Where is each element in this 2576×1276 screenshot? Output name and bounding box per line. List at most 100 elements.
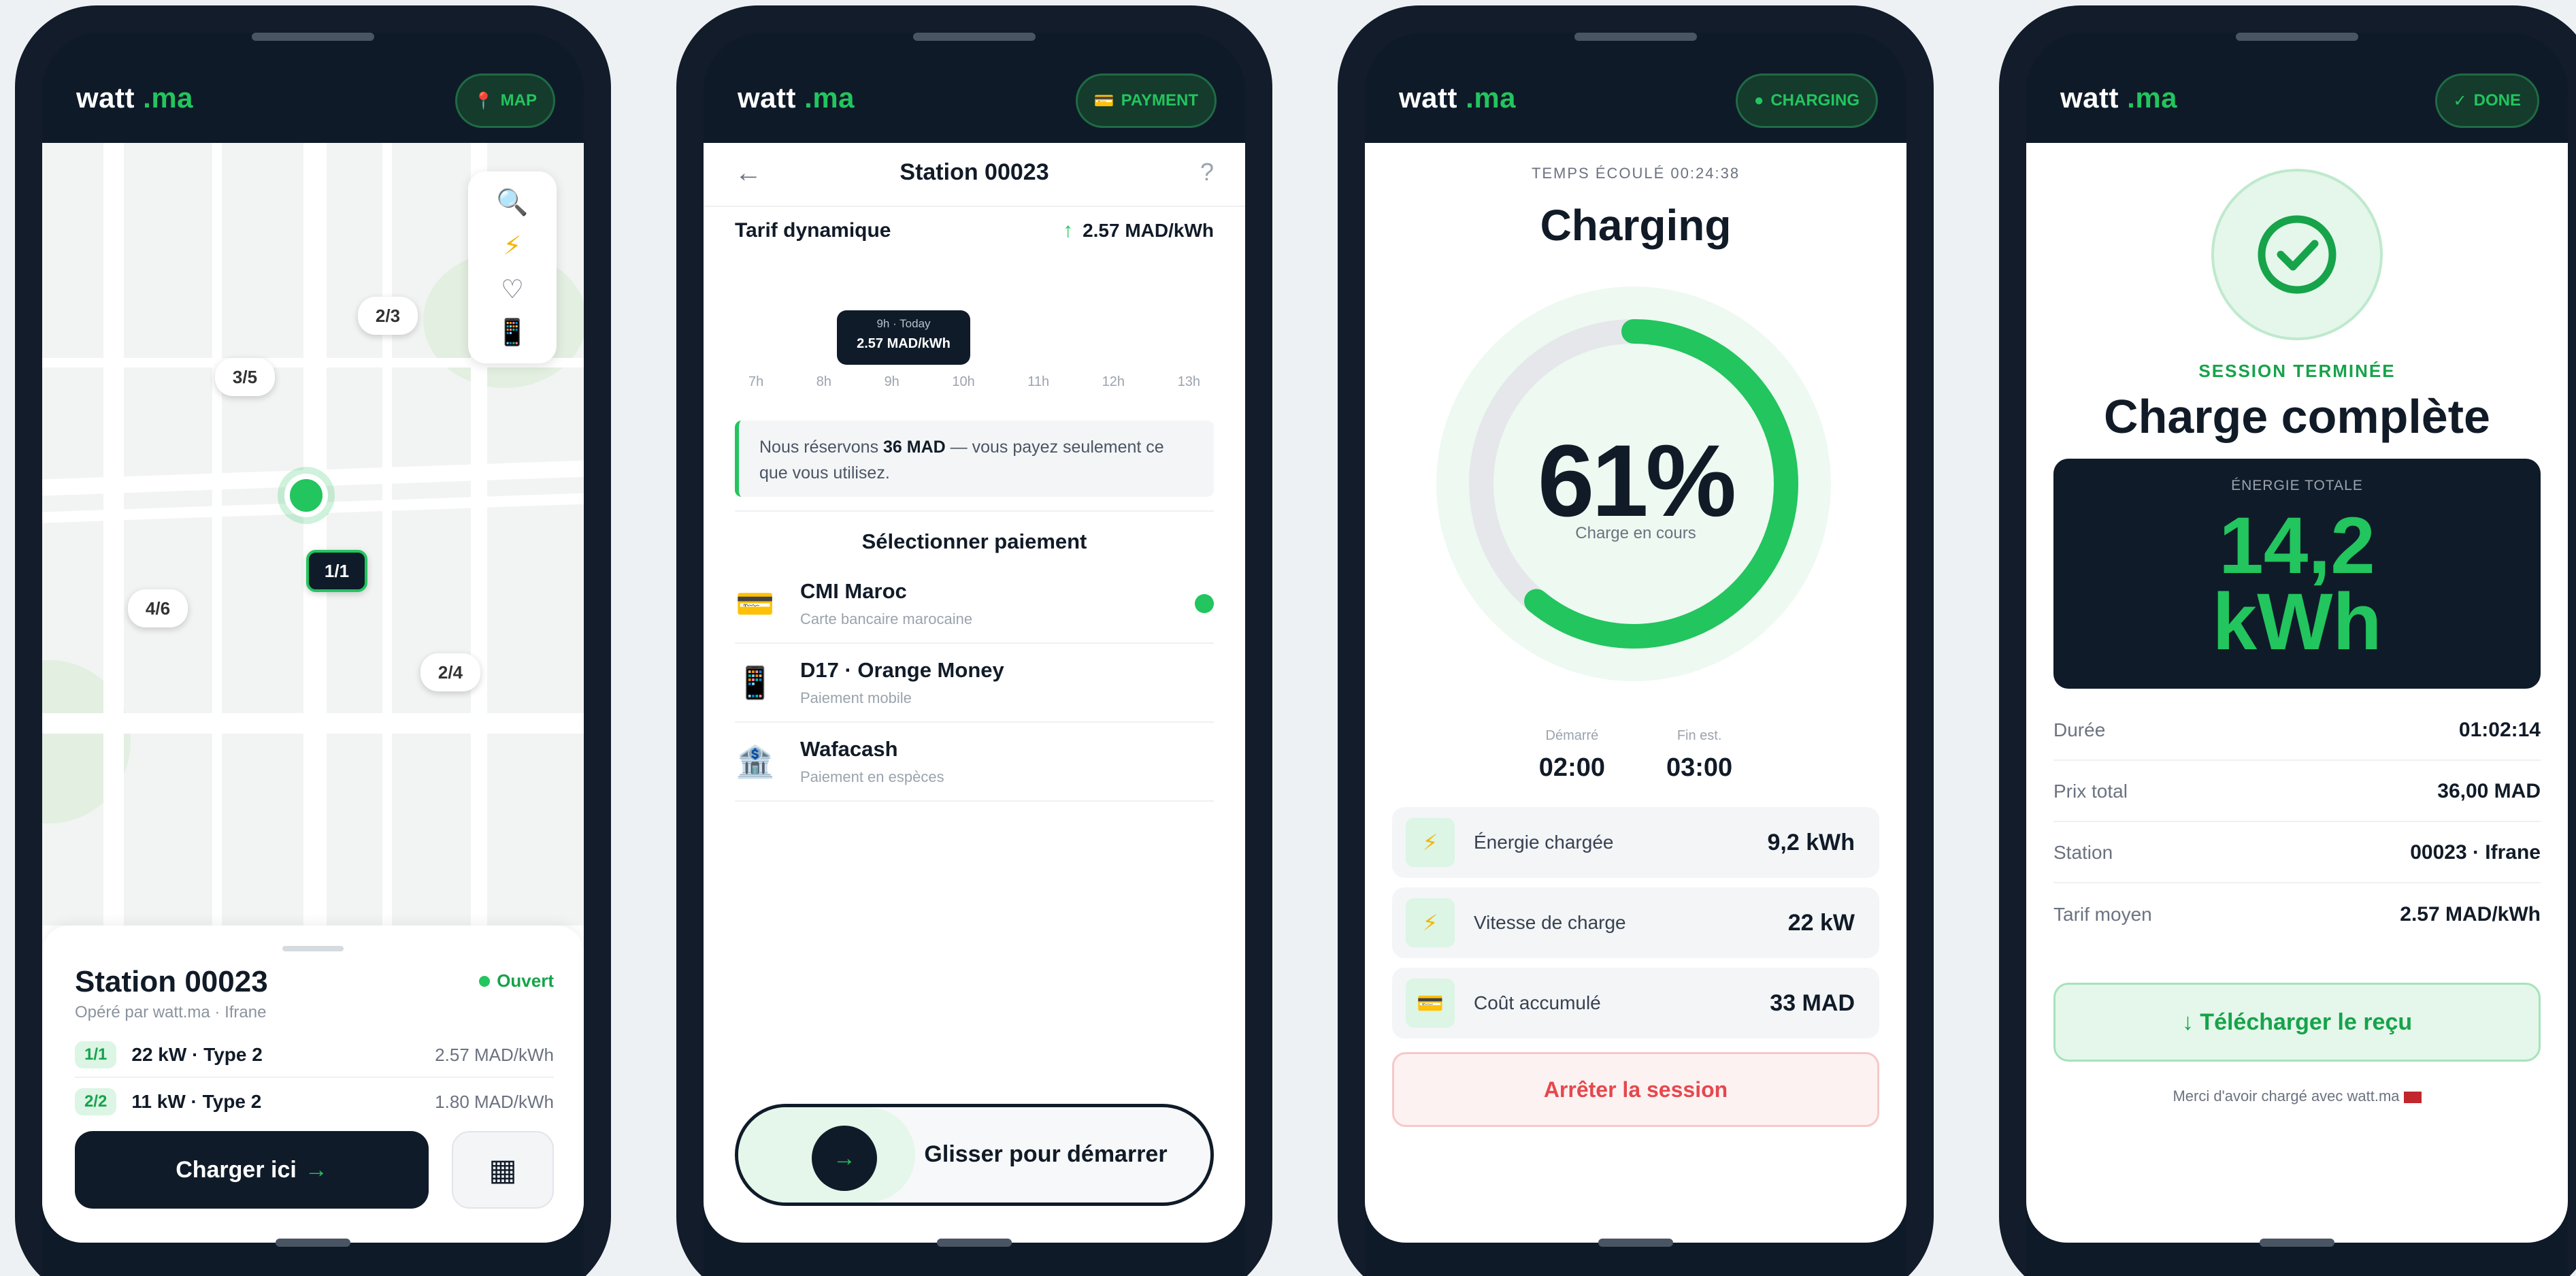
payment-mode-pill[interactable]: 💳 PAYMENT bbox=[1075, 73, 1217, 128]
phone-icon[interactable]: 📱 bbox=[496, 318, 528, 348]
hour-axis: 7h 8h 9h 10h 11h 12h 13h bbox=[735, 374, 1214, 390]
total-energy-card: ÉNERGIE TOTALE 14,2 kWh bbox=[2053, 459, 2541, 689]
search-icon[interactable]: 🔍 bbox=[496, 188, 528, 218]
bank-icon: 🏦 bbox=[736, 743, 775, 779]
credit-card-icon: 💳 bbox=[736, 585, 775, 621]
session-times: Démarré 02:00 Fin est. 03:00 bbox=[1365, 728, 1906, 783]
status-badge: Ouvert bbox=[479, 970, 554, 992]
phone-notch bbox=[2236, 33, 2358, 41]
sheet-handle[interactable] bbox=[282, 946, 344, 951]
pin-icon: 📍 bbox=[473, 91, 494, 110]
total-energy-label: ÉNERGIE TOTALE bbox=[2231, 478, 2363, 493]
check-icon: ✓ bbox=[2453, 91, 2467, 110]
bolt-filter-icon[interactable]: ⚡ bbox=[503, 231, 522, 261]
hour-tick[interactable]: 8h bbox=[816, 374, 831, 390]
hour-tick[interactable]: 13h bbox=[1178, 374, 1200, 390]
end-time: Fin est. 03:00 bbox=[1666, 728, 1733, 782]
plug-price: 1.80 MAD/kWh bbox=[435, 1091, 554, 1112]
qr-scan-button[interactable]: ▦ bbox=[452, 1131, 554, 1209]
plug-row[interactable]: 2/2 11 kW · Type 2 1.80 MAD/kWh bbox=[75, 1079, 554, 1124]
hour-tick[interactable]: 9h bbox=[885, 374, 899, 390]
summary-row: Durée 01:02:14 bbox=[2053, 701, 2541, 761]
phone-done: watt .ma ✓ DONE SESSION TERMINÉE Charge c… bbox=[1999, 5, 2576, 1276]
phone-screen: watt .ma ● CHARGING TEMPS ÉCOULÉ 00:24:38… bbox=[1365, 33, 1906, 1276]
done-mode-pill[interactable]: ✓ DONE bbox=[2434, 73, 2539, 128]
tariff-label: Tarif dynamique bbox=[735, 219, 891, 242]
map-marker[interactable]: 4/6 bbox=[128, 589, 188, 627]
heart-icon[interactable]: ♡ bbox=[501, 274, 524, 305]
morocco-flag-icon bbox=[2403, 1091, 2422, 1103]
card-icon: 💳 bbox=[1093, 91, 1114, 110]
station-map[interactable]: 🔍 ⚡ ♡ 📱 2/3 3/5 1/1 4/6 2/4 bbox=[42, 143, 584, 926]
map-screen: 🔍 ⚡ ♡ 📱 2/3 3/5 1/1 4/6 2/4 Station 0002… bbox=[42, 143, 584, 1243]
charging-screen: TEMPS ÉCOULÉ 00:24:38 Charging 61% Charg… bbox=[1365, 143, 1906, 1243]
app-header: watt .ma 💳 PAYMENT bbox=[704, 33, 1245, 143]
app-logo: watt .ma bbox=[76, 82, 194, 114]
station-sheet: Station 00023 Opéré par watt.ma · Ifrane… bbox=[42, 926, 584, 1243]
page-title: Charging bbox=[1540, 201, 1732, 250]
map-marker[interactable]: 3/5 bbox=[215, 358, 275, 396]
arrow-right-icon: → bbox=[833, 1145, 856, 1171]
hour-tick[interactable]: 7h bbox=[748, 374, 763, 390]
phone-screen: watt .ma 💳 PAYMENT ← Station 00023 ? Tari… bbox=[704, 33, 1245, 1276]
current-location-dot bbox=[284, 474, 328, 517]
payment-method-orange-money[interactable]: 📱 D17 · Orange Money Paiement mobile bbox=[735, 644, 1214, 723]
done-screen: SESSION TERMINÉE Charge complète ÉNERGIE… bbox=[2026, 143, 2568, 1243]
payment-method-wafacash[interactable]: 🏦 Wafacash Paiement en espèces bbox=[735, 723, 1214, 802]
price-tooltip: 9h · Today 2.57 MAD/kWh bbox=[837, 310, 970, 365]
app-header: watt .ma ✓ DONE bbox=[2026, 33, 2568, 143]
map-toolbar: 🔍 ⚡ ♡ 📱 bbox=[468, 171, 557, 363]
hour-tick[interactable]: 11h bbox=[1027, 374, 1049, 390]
station-operator: Opéré par watt.ma · Ifrane bbox=[75, 1003, 267, 1021]
home-indicator bbox=[2260, 1239, 2334, 1247]
payment-method-cmi[interactable]: 💳 CMI Maroc Carte bancaire marocaine bbox=[735, 565, 1214, 644]
thanks-message: Merci d'avoir chargé avec watt.ma bbox=[2026, 1087, 2568, 1105]
payment-screen: ← Station 00023 ? Tarif dynamique ↑ 2.57 … bbox=[704, 143, 1245, 1243]
app-logo: watt .ma bbox=[1399, 82, 1517, 114]
station-name: Station 00023 bbox=[75, 965, 268, 998]
slide-knob[interactable]: → bbox=[812, 1126, 877, 1191]
stop-session-button[interactable]: Arrêter la session bbox=[1392, 1052, 1879, 1127]
home-indicator bbox=[276, 1239, 350, 1247]
map-marker[interactable]: 2/4 bbox=[420, 653, 480, 691]
session-status: SESSION TERMINÉE bbox=[2198, 361, 2396, 381]
page-title: Charge complète bbox=[2104, 390, 2490, 443]
arrow-right-icon: → bbox=[304, 1156, 328, 1183]
home-indicator bbox=[1598, 1239, 1673, 1247]
plug-row[interactable]: 1/1 22 kW · Type 2 2.57 MAD/kWh bbox=[75, 1033, 554, 1078]
app-header: watt .ma 📍 MAP bbox=[42, 33, 584, 143]
map-mode-pill[interactable]: 📍 MAP bbox=[455, 73, 555, 128]
tariff-row: Tarif dynamique ↑ 2.57 MAD/kWh bbox=[735, 219, 1214, 242]
charge-status-label: Charge en cours bbox=[1575, 524, 1696, 542]
mobile-phone-icon: 📱 bbox=[736, 664, 775, 700]
status-dot-icon bbox=[479, 975, 491, 987]
map-marker-selected[interactable]: 1/1 bbox=[306, 550, 367, 592]
elapsed-time: TEMPS ÉCOULÉ 00:24:38 bbox=[1531, 165, 1740, 182]
charge-here-button[interactable]: Charger ici → bbox=[75, 1131, 429, 1209]
hour-tick[interactable]: 10h bbox=[952, 374, 974, 390]
help-icon[interactable]: ? bbox=[1200, 158, 1214, 186]
map-marker[interactable]: 2/3 bbox=[358, 297, 418, 335]
summary-row: Tarif moyen 2.57 MAD/kWh bbox=[2053, 903, 2541, 926]
app-logo: watt .ma bbox=[2060, 82, 2178, 114]
download-receipt-button[interactable]: ↓ Télécharger le reçu bbox=[2053, 983, 2541, 1062]
charging-mode-pill[interactable]: ● CHARGING bbox=[1735, 73, 1878, 128]
plug-spec: 22 kW · Type 2 bbox=[131, 1044, 263, 1065]
selected-radio[interactable] bbox=[1195, 594, 1214, 613]
reservation-note: Nous réservons 36 MAD — vous payez seule… bbox=[735, 421, 1214, 497]
phone-notch bbox=[913, 33, 1036, 41]
phone-payment: watt .ma 💳 PAYMENT ← Station 00023 ? Tari… bbox=[676, 5, 1272, 1276]
home-indicator bbox=[937, 1239, 1012, 1247]
summary-row: Prix total 36,00 MAD bbox=[2053, 762, 2541, 822]
hour-tick[interactable]: 12h bbox=[1102, 374, 1125, 390]
phone-notch bbox=[1574, 33, 1697, 41]
stat-speed: ⚡ Vitesse de charge 22 kW bbox=[1392, 887, 1879, 958]
summary-row: Station 00023 · Ifrane bbox=[2053, 823, 2541, 883]
tariff-value: 2.57 MAD/kWh bbox=[1083, 220, 1214, 241]
bolt-icon: ⚡ bbox=[1406, 818, 1455, 867]
app-header: watt .ma ● CHARGING bbox=[1365, 33, 1906, 143]
page-title: Station 00023 bbox=[899, 159, 1049, 185]
success-check-icon bbox=[2211, 169, 2383, 340]
slide-to-start[interactable]: → Glisser pour démarrer bbox=[735, 1104, 1214, 1206]
stat-cost: 💳 Coût accumulé 33 MAD bbox=[1392, 968, 1879, 1038]
